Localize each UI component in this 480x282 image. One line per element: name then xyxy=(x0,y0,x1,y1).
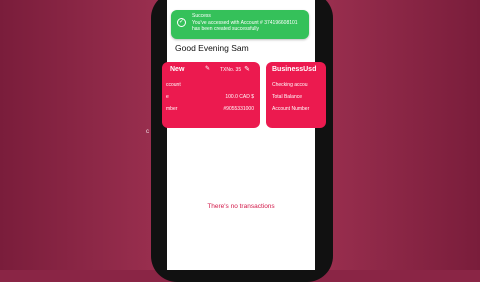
success-toast[interactable]: ✓ Success You've accessed with Account #… xyxy=(171,10,309,39)
background-right xyxy=(320,0,480,270)
account-card-new[interactable]: New ✎ TXNo. 35 ✎ ccount e 100.0 CAD $ mb… xyxy=(162,62,260,128)
account-name: New xyxy=(170,66,185,73)
tag-icon[interactable]: ✎ xyxy=(204,66,211,73)
greeting-title: Good Evening Sam xyxy=(175,43,249,53)
check-circle-icon: ✓ xyxy=(177,18,186,27)
account-name: BusinessUsd xyxy=(272,66,317,73)
balance-label: Total Balance xyxy=(272,94,303,100)
balance-label: e xyxy=(166,94,169,100)
transaction-count: TXNo. 35 xyxy=(220,67,242,73)
account-number-value: #9055331000 xyxy=(223,106,254,112)
account-type-label: ccount xyxy=(166,82,181,88)
account-type-label: Checking accou xyxy=(272,82,308,88)
balance-value: 100.0 CAD $ xyxy=(225,94,254,100)
account-number-label: Account Number xyxy=(272,106,310,112)
empty-transactions-message: There's no transactions xyxy=(207,203,275,210)
account-card-businessusd[interactable]: BusinessUsd Checking accou Total Balance… xyxy=(266,62,326,128)
app-screen: Good Evening Sam There's no transactions xyxy=(167,0,315,270)
account-number-label: mber xyxy=(166,106,178,112)
background-left xyxy=(0,0,160,270)
toast-message: You've accessed with Account # 374196608… xyxy=(192,19,298,33)
edit-pencil-icon[interactable]: ✎ xyxy=(243,66,251,74)
